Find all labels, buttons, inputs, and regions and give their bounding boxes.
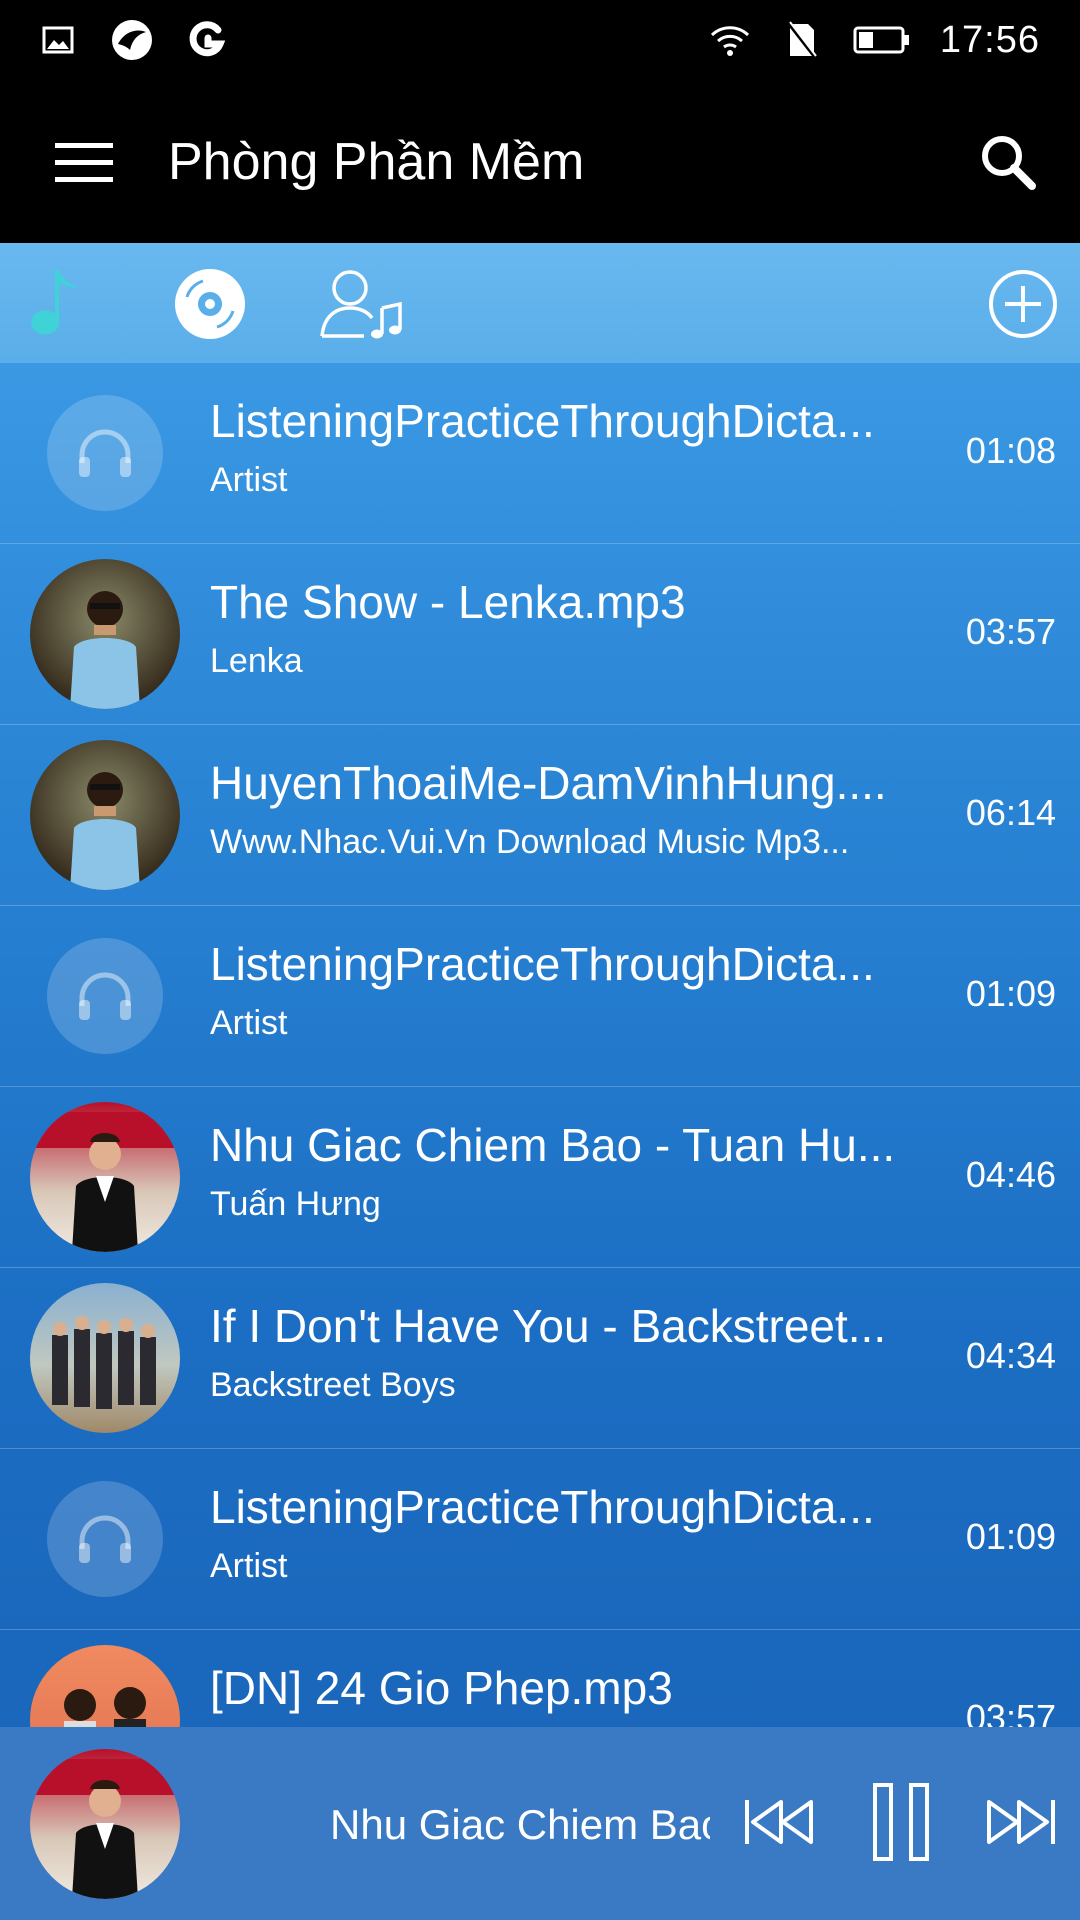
status-time: 17:56 (939, 18, 1040, 61)
menu-button[interactable] (40, 128, 128, 198)
app-title: Phòng Phần Mềm (168, 133, 585, 191)
hamburger-menu-icon (55, 143, 113, 182)
song-duration: 01:09 (965, 1516, 1056, 1557)
disc-icon (175, 269, 245, 339)
tab-songs[interactable] (14, 261, 104, 347)
add-circle-icon (989, 270, 1057, 338)
song-row[interactable]: [DN] 24 Gio Phep.mp3 03:57 (0, 1630, 1080, 1727)
search-icon (982, 136, 1036, 190)
main-content: ListeningPracticeThroughDicta... Artist … (0, 243, 1080, 1920)
mini-player[interactable]: Nhu Giac Chiem Bao (0, 1727, 1080, 1920)
search-button[interactable] (968, 122, 1048, 202)
song-thumbnail (47, 1481, 163, 1597)
image-icon (36, 18, 80, 62)
album-art-image (52, 1316, 156, 1409)
song-duration: 06:14 (965, 792, 1056, 833)
music-note-icon (31, 270, 79, 335)
song-artist: Www.Nhac.Vui.Vn Download Music Mp3... (210, 823, 850, 861)
song-thumbnail (30, 559, 180, 709)
album-art-image (30, 1759, 180, 1899)
no-sim-icon (780, 18, 824, 62)
song-thumbnail (30, 740, 180, 890)
pause-icon (873, 1783, 929, 1861)
song-title: ListeningPracticeThroughDicta... (210, 1481, 875, 1533)
song-duration: 04:34 (965, 1335, 1056, 1376)
tab-artists[interactable] (315, 261, 411, 347)
app-logo-icon (110, 18, 154, 62)
song-artist: Artist (210, 461, 288, 499)
app-bar: Phòng Phần Mềm (0, 80, 1080, 243)
song-row[interactable]: ListeningPracticeThroughDicta... Artist … (0, 1449, 1080, 1630)
now-playing-thumbnail[interactable] (30, 1749, 180, 1899)
song-title: [DN] 24 Gio Phep.mp3 (210, 1662, 673, 1714)
tab-albums[interactable] (165, 261, 255, 347)
artist-icon (320, 270, 402, 339)
wifi-icon (708, 18, 752, 62)
now-playing-title: Nhu Giac Chiem Bao (330, 1801, 710, 1848)
status-bar: 17:56 (0, 0, 1080, 80)
album-art-image (70, 591, 140, 709)
add-playlist-button[interactable] (978, 261, 1068, 347)
song-duration: 04:46 (965, 1154, 1056, 1195)
song-artist: Lenka (210, 642, 303, 680)
song-title: Nhu Giac Chiem Bao - Tuan Hu... (210, 1119, 896, 1171)
next-icon (987, 1800, 1055, 1844)
headphones-icon (79, 972, 131, 1020)
song-title: ListeningPracticeThroughDicta... (210, 395, 875, 447)
song-row[interactable]: If I Don't Have You - Backstreet... Back… (0, 1268, 1080, 1449)
song-thumbnail (30, 1645, 180, 1727)
song-thumbnail (30, 1283, 180, 1433)
status-bar-left (36, 16, 228, 64)
song-row[interactable]: HuyenThoaiMe-DamVinhHung.... Www.Nhac.Vu… (0, 725, 1080, 906)
pause-button[interactable] (866, 1777, 936, 1867)
headphones-icon (79, 429, 131, 477)
song-duration: 03:57 (965, 1697, 1056, 1727)
song-duration: 01:09 (965, 973, 1056, 1014)
song-thumbnail (30, 1102, 180, 1252)
album-art-image (30, 1112, 180, 1252)
headphones-icon (79, 1515, 131, 1563)
song-artist: Artist (210, 1004, 288, 1042)
song-title: The Show - Lenka.mp3 (210, 576, 686, 628)
song-artist: Tuấn Hưng (210, 1185, 381, 1223)
song-artist: Backstreet Boys (210, 1366, 456, 1404)
song-list[interactable]: ListeningPracticeThroughDicta... Artist … (0, 363, 1080, 1727)
song-row[interactable]: The Show - Lenka.mp3 Lenka 03:57 (0, 544, 1080, 725)
song-row[interactable]: ListeningPracticeThroughDicta... Artist … (0, 906, 1080, 1087)
song-duration: 01:08 (965, 430, 1056, 471)
previous-icon (745, 1800, 813, 1844)
status-bar-right: 17:56 (708, 16, 1040, 64)
next-button[interactable] (980, 1777, 1060, 1867)
song-duration: 03:57 (965, 611, 1056, 652)
battery-icon (852, 18, 912, 62)
song-artist: Artist (210, 1547, 288, 1585)
album-art-image (64, 1687, 146, 1727)
album-art-image (70, 772, 140, 890)
song-row[interactable]: Nhu Giac Chiem Bao - Tuan Hu... Tuấn Hưn… (0, 1087, 1080, 1268)
g-logo-icon (184, 18, 228, 62)
song-thumbnail (47, 938, 163, 1054)
song-title: HuyenThoaiMe-DamVinhHung.... (210, 757, 887, 809)
previous-button[interactable] (740, 1777, 820, 1867)
song-row[interactable]: ListeningPracticeThroughDicta... Artist … (0, 363, 1080, 544)
song-title: ListeningPracticeThroughDicta... (210, 938, 875, 990)
song-thumbnail (47, 395, 163, 511)
tab-bar (0, 243, 1080, 363)
song-title: If I Don't Have You - Backstreet... (210, 1300, 887, 1352)
